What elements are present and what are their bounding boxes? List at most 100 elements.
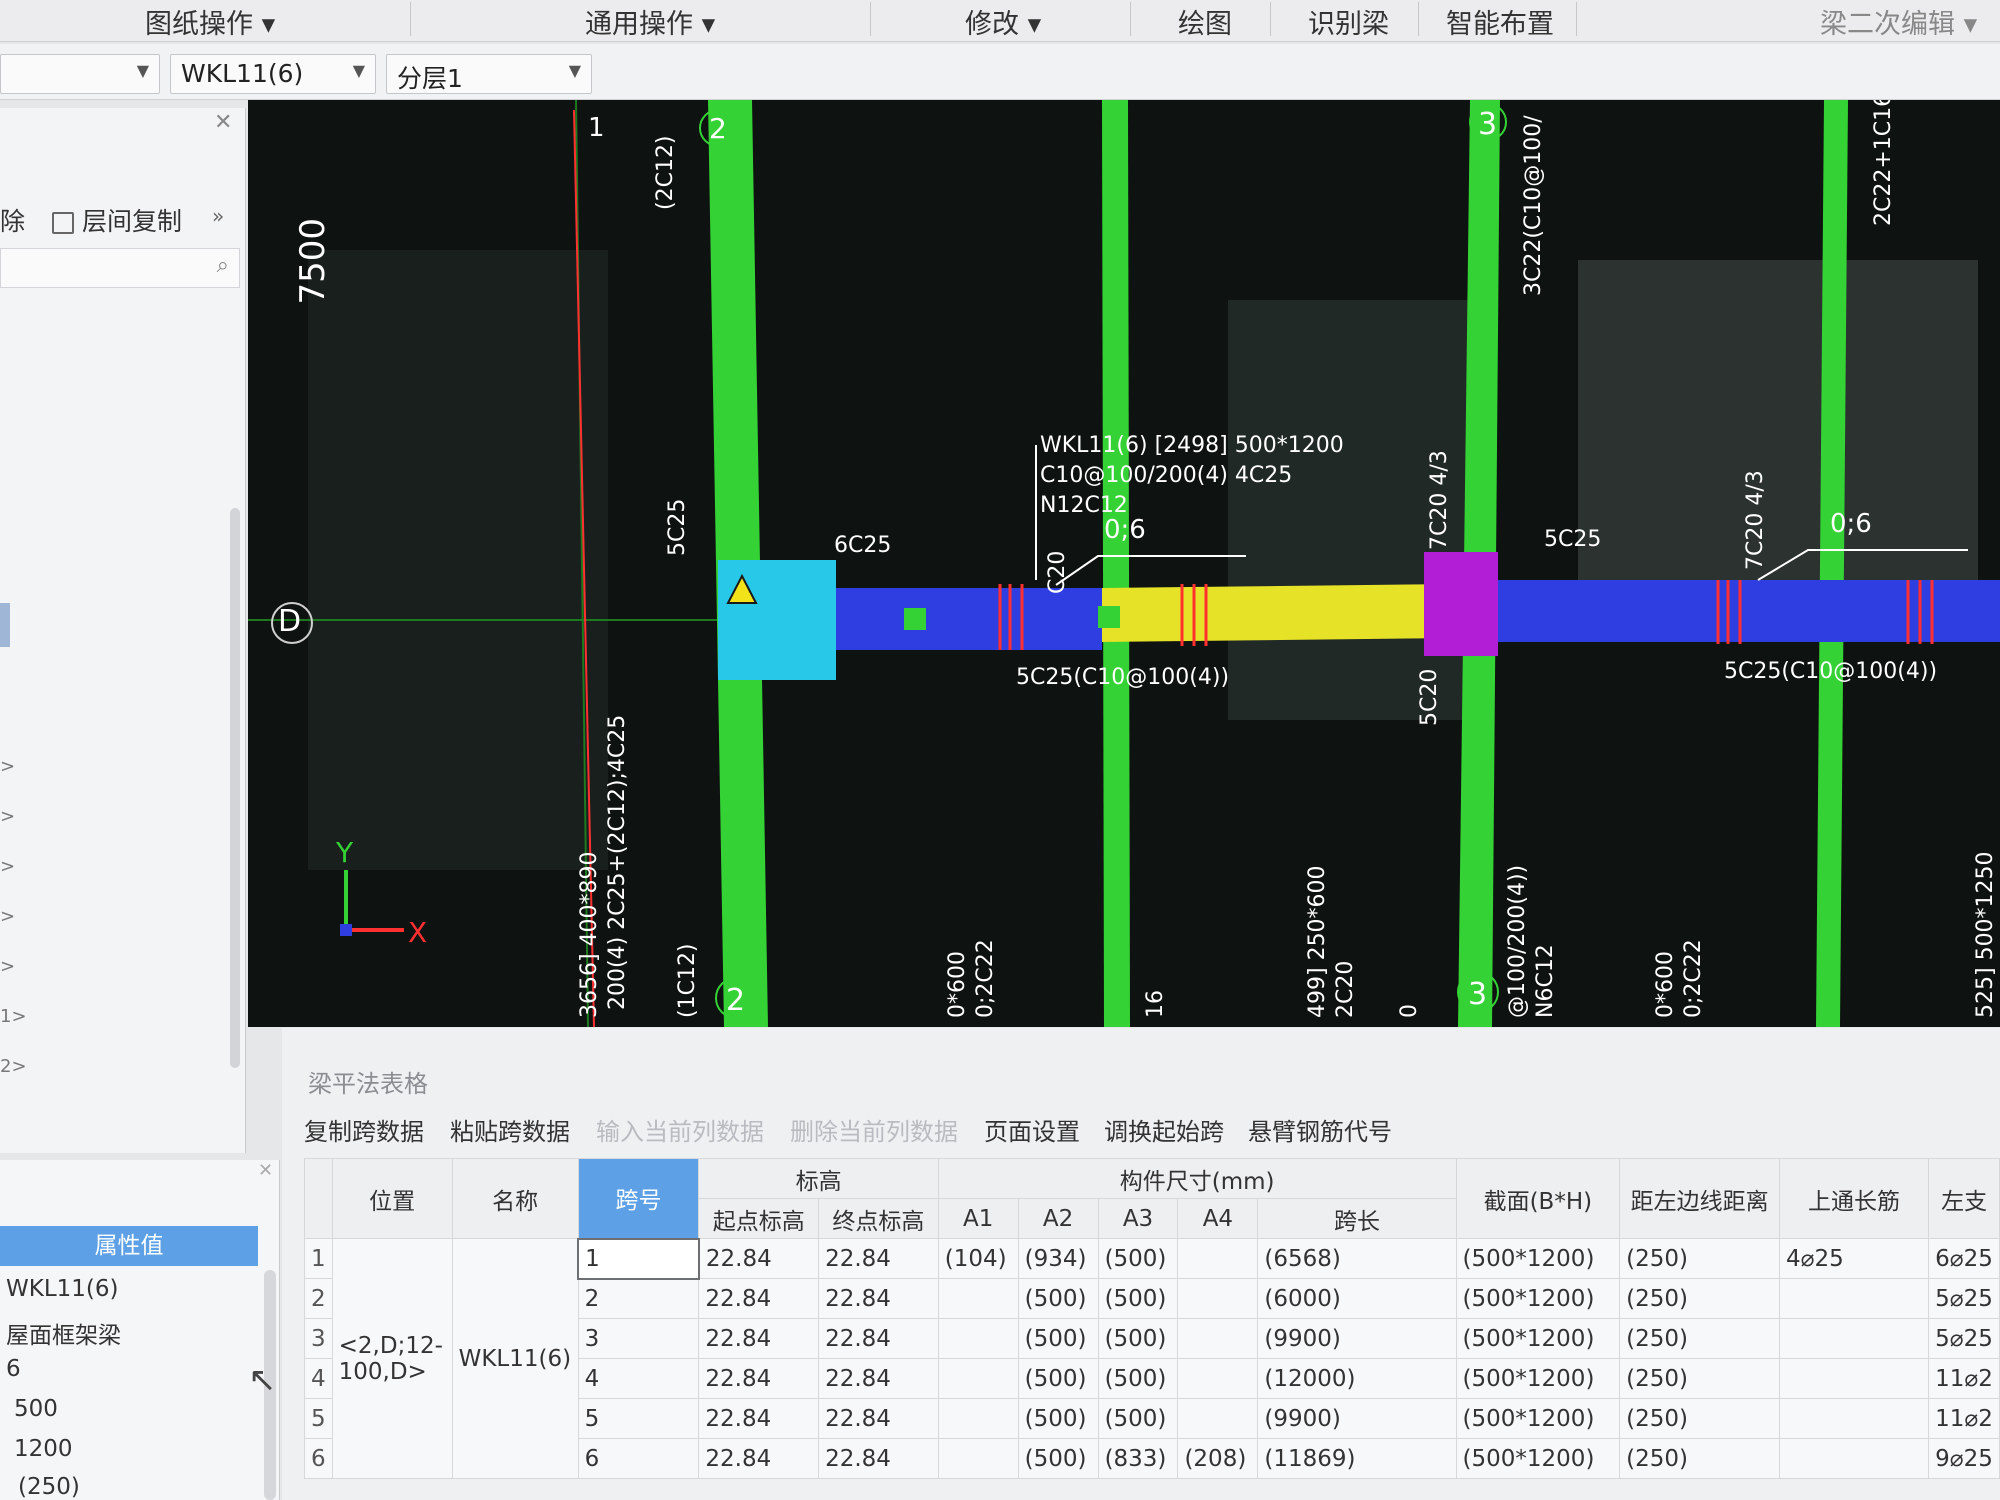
prop-height-value[interactable]: 1200 xyxy=(14,1436,73,1462)
scrollbar[interactable] xyxy=(230,508,240,1068)
start-cell[interactable]: 22.84 xyxy=(698,1318,820,1359)
col-top-bar[interactable]: 上通长筋 xyxy=(1778,1158,1930,1239)
col-left-support[interactable]: 左支 xyxy=(1928,1158,2000,1239)
start-cell[interactable]: 22.84 xyxy=(698,1438,820,1479)
beam-name-dropdown[interactable]: WKL11(6) ▼ xyxy=(170,54,376,94)
col-start-elev[interactable]: 起点标高 xyxy=(698,1198,820,1239)
a2-cell[interactable]: (500) xyxy=(1017,1398,1099,1439)
top-bar-cell[interactable] xyxy=(1778,1318,1930,1359)
a1-cell[interactable] xyxy=(937,1318,1019,1359)
menu-drawing-ops[interactable]: 图纸操作 ▾ xyxy=(145,2,275,41)
a3-cell[interactable]: (500) xyxy=(1097,1238,1179,1279)
delete-column-data-button[interactable]: 删除当前列数据 xyxy=(790,1112,958,1147)
row-number[interactable]: 3 xyxy=(304,1318,333,1359)
dist-cell[interactable]: (250) xyxy=(1619,1318,1780,1359)
row-number[interactable]: 2 xyxy=(304,1278,333,1319)
left-support-cell[interactable]: 9⌀25 xyxy=(1928,1438,2000,1479)
col-position[interactable]: 位置 xyxy=(331,1158,453,1239)
tree-expander[interactable]: 2> xyxy=(0,1056,27,1077)
start-cell[interactable]: 22.84 xyxy=(698,1358,820,1399)
end-cell[interactable]: 22.84 xyxy=(818,1318,939,1359)
dist-cell[interactable]: (250) xyxy=(1619,1278,1780,1319)
menu-beam-secondary-edit[interactable]: 梁二次编辑 ▾ xyxy=(1820,2,1977,41)
a1-cell[interactable] xyxy=(937,1358,1019,1399)
column-highlight-cyan[interactable] xyxy=(718,560,836,680)
tree-expander[interactable]: > xyxy=(0,806,15,827)
col-section[interactable]: 截面(B*H) xyxy=(1455,1158,1621,1239)
table-row[interactable]: 1 <2,D;12-100,D> WKL11(6) 1 22.84 22.84 (104)(… xyxy=(304,1237,2000,1479)
tree-expander[interactable]: > xyxy=(0,956,15,977)
menu-smart-layout[interactable]: 智能布置 xyxy=(1446,2,1554,41)
a1-cell[interactable]: (104) xyxy=(937,1238,1019,1279)
span-number-cell[interactable]: 5 xyxy=(577,1398,700,1439)
prop-spans-value[interactable]: 6 xyxy=(6,1356,21,1382)
dist-cell[interactable]: (250) xyxy=(1619,1238,1780,1279)
dist-cell[interactable]: (250) xyxy=(1619,1398,1780,1439)
top-bar-cell[interactable] xyxy=(1778,1438,1930,1479)
prop-name-value[interactable]: WKL11(6) xyxy=(6,1276,118,1302)
start-cell[interactable]: 22.84 xyxy=(698,1398,820,1439)
col-a3[interactable]: A3 xyxy=(1097,1198,1179,1239)
span-number-cell[interactable]: 2 xyxy=(577,1278,700,1319)
col-end-elev[interactable]: 终点标高 xyxy=(818,1198,939,1239)
a2-cell[interactable]: (500) xyxy=(1017,1278,1099,1319)
a1-cell[interactable] xyxy=(937,1278,1019,1319)
a3-cell[interactable]: (500) xyxy=(1097,1318,1179,1359)
sec-cell[interactable]: (500*1200) xyxy=(1455,1438,1621,1479)
left-support-cell[interactable]: 11⌀2 xyxy=(1928,1398,2000,1439)
top-bar-cell[interactable]: 4⌀25 xyxy=(1778,1238,1930,1279)
a4-cell[interactable] xyxy=(1177,1358,1259,1399)
tree-expander[interactable]: > xyxy=(0,856,15,877)
column-mid[interactable] xyxy=(1102,100,1130,1027)
a3-cell[interactable]: (500) xyxy=(1097,1278,1179,1319)
prop-offset-value[interactable]: (250) xyxy=(18,1474,80,1500)
sec-cell[interactable]: (500*1200) xyxy=(1455,1318,1621,1359)
len-cell[interactable]: (9900) xyxy=(1257,1398,1457,1439)
col-a4[interactable]: A4 xyxy=(1177,1198,1259,1239)
a3-cell[interactable]: (500) xyxy=(1097,1398,1179,1439)
swap-start-span-button[interactable]: 调换起始跨 xyxy=(1104,1112,1224,1147)
len-cell[interactable]: (12000) xyxy=(1257,1358,1457,1399)
left-support-cell[interactable]: 11⌀2 xyxy=(1928,1358,2000,1399)
top-bar-cell[interactable] xyxy=(1778,1278,1930,1319)
end-cell[interactable]: 22.84 xyxy=(818,1358,939,1399)
a1-cell[interactable] xyxy=(937,1438,1019,1479)
left-support-cell[interactable]: 6⌀25 xyxy=(1928,1238,2000,1279)
sec-cell[interactable]: (500*1200) xyxy=(1455,1238,1621,1279)
prop-type-value[interactable]: 屋面框架梁 xyxy=(6,1316,121,1350)
a2-cell[interactable]: (500) xyxy=(1017,1438,1099,1479)
col-a2[interactable]: A2 xyxy=(1017,1198,1099,1239)
start-cell[interactable]: 22.84 xyxy=(698,1238,820,1279)
input-column-data-button[interactable]: 输入当前列数据 xyxy=(596,1112,764,1147)
len-cell[interactable]: (11869) xyxy=(1257,1438,1457,1479)
top-bar-cell[interactable] xyxy=(1778,1358,1930,1399)
dist-cell[interactable]: (250) xyxy=(1619,1438,1780,1479)
position-cell[interactable]: <2,D;12-100,D> xyxy=(331,1238,453,1479)
more-chevron-icon[interactable]: » xyxy=(212,204,224,228)
len-cell[interactable]: (6568) xyxy=(1257,1238,1457,1279)
end-cell[interactable]: 22.84 xyxy=(818,1238,939,1279)
a4-cell[interactable] xyxy=(1177,1318,1259,1359)
a3-cell[interactable]: (833) xyxy=(1097,1438,1179,1479)
close-icon[interactable]: ✕ xyxy=(258,1160,273,1181)
tree-expander[interactable]: > xyxy=(0,756,15,777)
end-cell[interactable]: 22.84 xyxy=(818,1438,939,1479)
start-cell[interactable]: 22.84 xyxy=(698,1278,820,1319)
col-span-length[interactable]: 跨长 xyxy=(1257,1198,1457,1239)
sec-cell[interactable]: (500*1200) xyxy=(1455,1278,1621,1319)
page-setup-button[interactable]: 页面设置 xyxy=(984,1112,1080,1147)
col-left-dist[interactable]: 距左边线距离 xyxy=(1619,1158,1780,1239)
layer-copy-button[interactable]: 层间复制 xyxy=(52,202,182,238)
delete-button[interactable]: 除 xyxy=(0,202,25,238)
tree-expander[interactable]: 1> xyxy=(0,1006,27,1027)
top-bar-cell[interactable] xyxy=(1778,1398,1930,1439)
copy-span-data-button[interactable]: 复制跨数据 xyxy=(304,1112,424,1147)
prop-width-value[interactable]: 500 xyxy=(14,1396,58,1422)
beam-span-3[interactable] xyxy=(1496,580,2000,642)
drawing-canvas[interactable]: D 1 2 2 3 3 7500 X Y WKL11(6) [2498] 500… xyxy=(248,100,2000,1027)
span-number-cell[interactable]: 1 xyxy=(577,1237,700,1280)
col-a1[interactable]: A1 xyxy=(937,1198,1019,1239)
a4-cell[interactable]: (208) xyxy=(1177,1438,1259,1479)
a4-cell[interactable] xyxy=(1177,1398,1259,1439)
a2-cell[interactable]: (500) xyxy=(1017,1318,1099,1359)
